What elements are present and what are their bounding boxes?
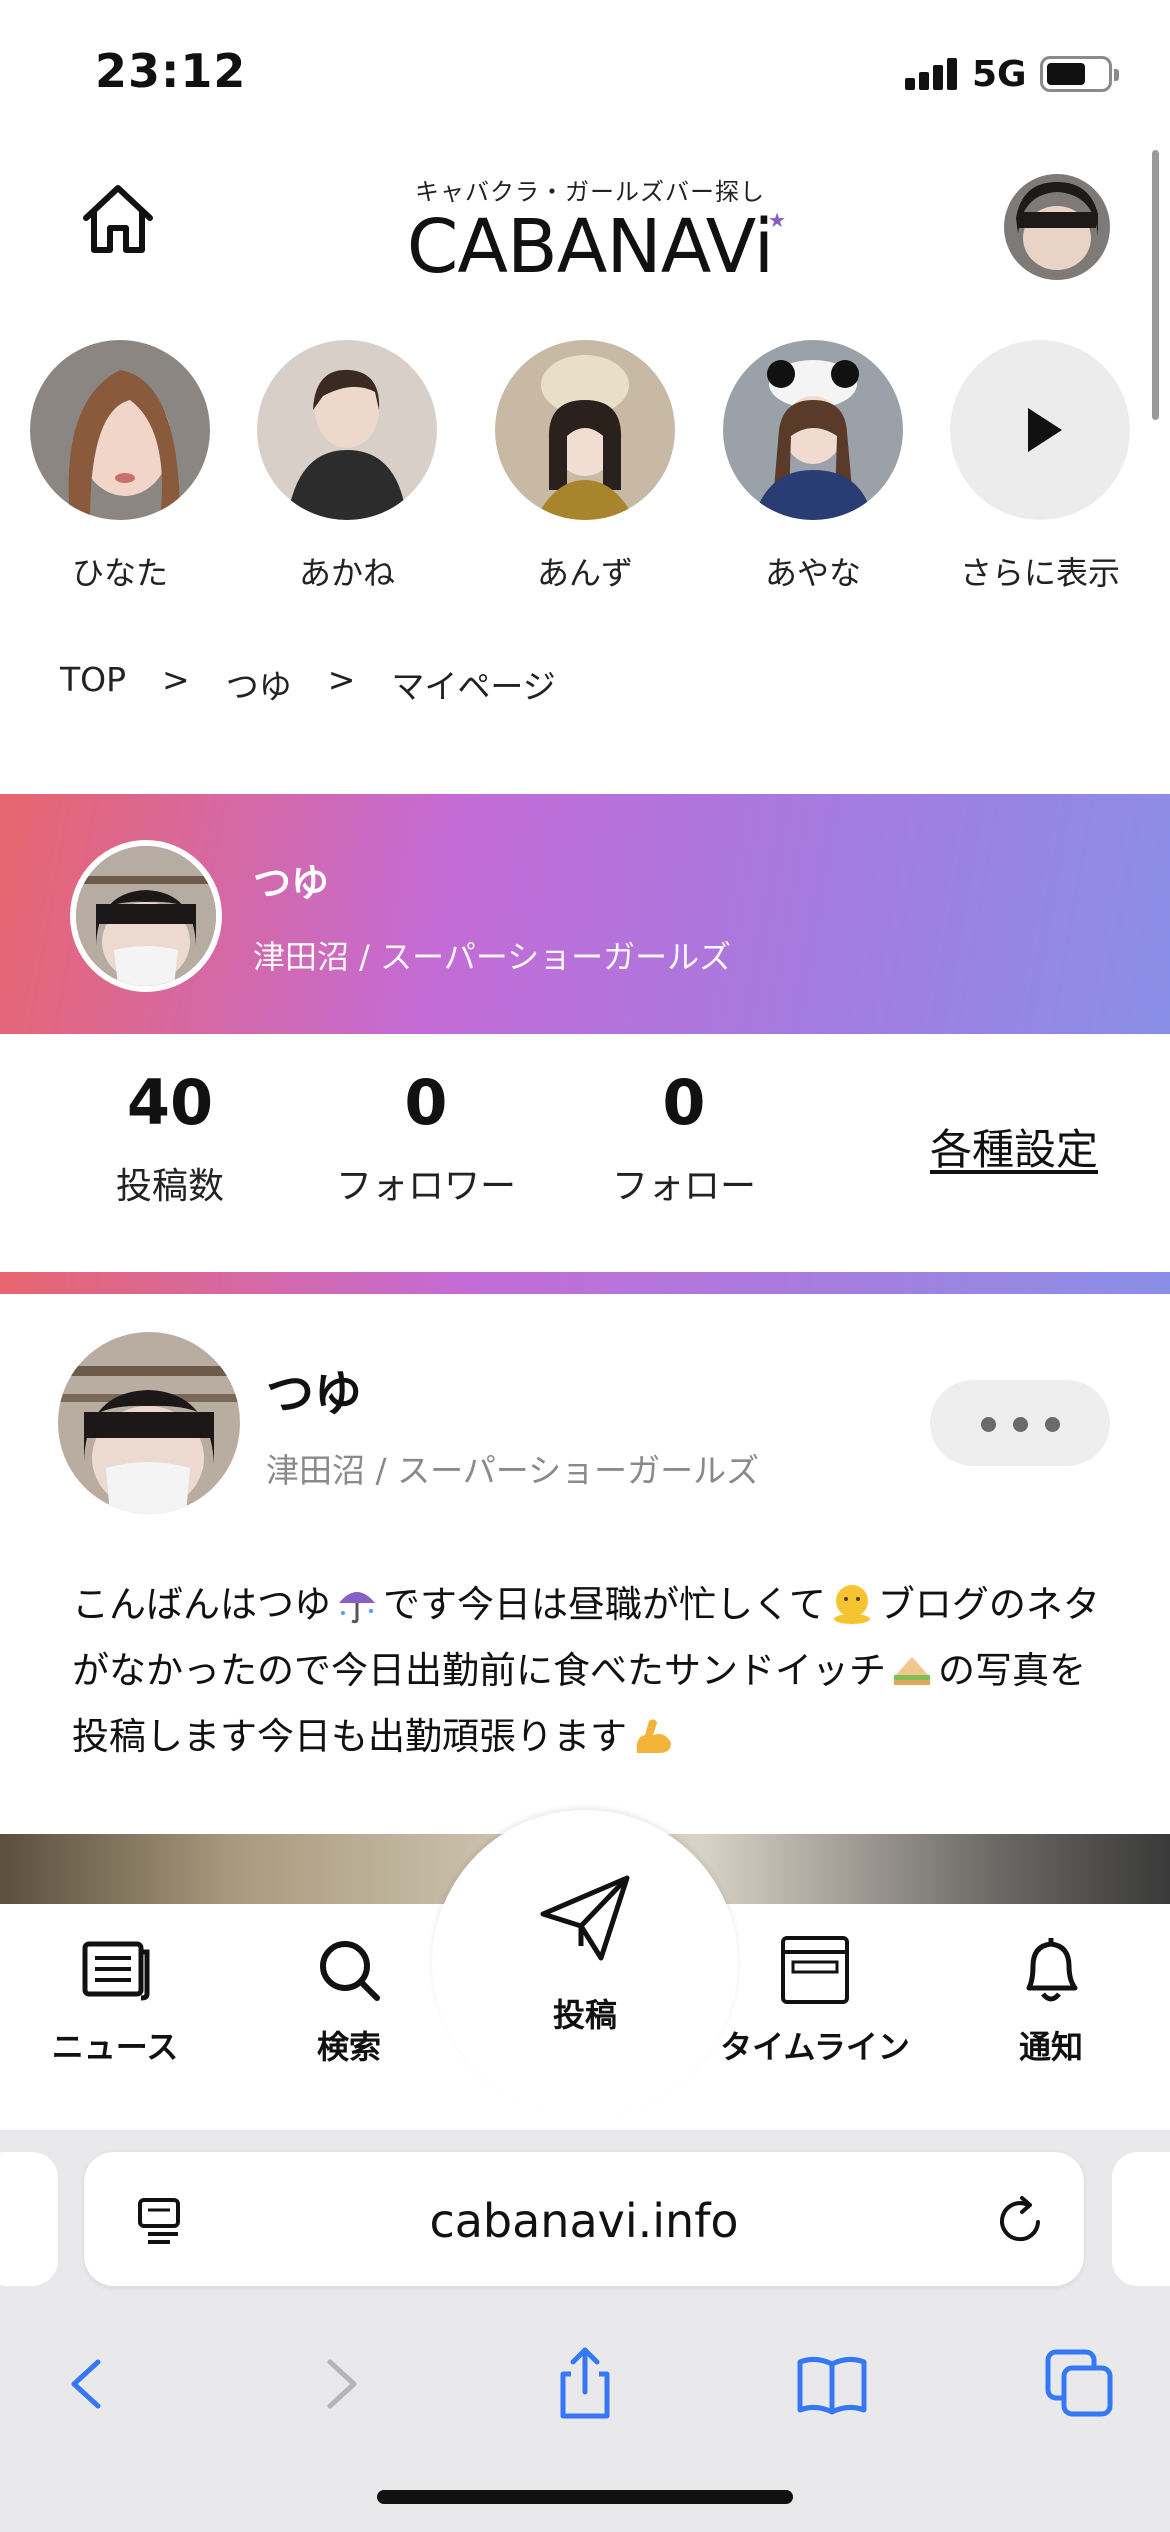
play-icon — [950, 340, 1130, 520]
post-text-part: です今日は昼職が忙しくて — [383, 1583, 826, 1626]
profile-avatar — [70, 840, 222, 992]
sandwich-icon — [894, 1657, 930, 1685]
home-indicator — [377, 2490, 793, 2504]
stat-followers[interactable]: 0 フォロワー — [296, 1066, 556, 1209]
stat-label: フォロワー — [335, 1166, 516, 1207]
back-icon[interactable] — [48, 2344, 128, 2424]
status-time: 23:12 — [95, 44, 247, 98]
settings-link[interactable]: 各種設定 — [930, 1116, 1098, 1177]
nav-label: ニュース — [51, 2028, 179, 2066]
umbrella-rain-icon — [339, 1592, 375, 1624]
post-text: こんばんはつゆ です今日は昼職が忙しくて ブログのネタがなかったので今日出勤前に食べ… — [72, 1572, 1112, 1770]
post-card: つゆ 津田沼 / スーパーショーガールズ こんばんはつゆ です今日は昼職が忙しくて… — [0, 1294, 1170, 1834]
stories-more-label: さらに表示 — [959, 554, 1120, 592]
story-name: あかね — [298, 554, 395, 592]
forward-icon[interactable] — [300, 2344, 380, 2424]
post-text-part: こんばんはつゆ — [72, 1583, 331, 1626]
story-avatar — [723, 340, 903, 520]
network-type: 5G — [972, 54, 1027, 95]
status-bar: 23:12 5G — [0, 0, 1170, 140]
post-author-shop: 津田沼 / スーパーショーガールズ — [266, 1451, 760, 1490]
melting-face-icon — [833, 1585, 870, 1624]
stat-posts[interactable]: 40 投稿数 — [40, 1066, 300, 1209]
story-name: あやな — [764, 554, 861, 592]
url-text: cabanavi.info — [429, 2194, 739, 2248]
bell-icon — [1026, 1938, 1078, 2002]
story-item[interactable]: あかね — [252, 340, 442, 594]
breadcrumb: TOP > つゆ > マイページ — [60, 660, 556, 708]
search-icon — [320, 1941, 380, 2001]
nav-label: 通知 — [1018, 2028, 1083, 2066]
cast-stories-row: ひなた あかね あんず あやな さらに表示 — [0, 340, 1170, 610]
nav-notifications[interactable]: 通知 — [936, 1932, 1166, 2068]
share-icon[interactable] — [545, 2344, 625, 2424]
home-icon[interactable] — [78, 180, 158, 260]
breadcrumb-top-link[interactable]: TOP — [60, 660, 126, 708]
stat-following[interactable]: 0 フォロー — [554, 1066, 814, 1209]
nav-search[interactable]: 検索 — [234, 1932, 464, 2068]
tabs-icon[interactable] — [1040, 2344, 1120, 2424]
profile-stats: 40 投稿数 0 フォロワー 0 フォロー 各種設定 — [0, 1034, 1170, 1270]
stat-value: 0 — [662, 1066, 706, 1139]
nav-news[interactable]: ニュース — [0, 1932, 230, 2068]
previous-tab[interactable] — [0, 2152, 58, 2286]
news-icon — [82, 1941, 150, 2001]
browser-chrome: cabanavi.info — [0, 2130, 1170, 2532]
story-avatar — [257, 340, 437, 520]
post-author-avatar[interactable] — [58, 1332, 240, 1514]
next-tab[interactable] — [1112, 2152, 1170, 2286]
paper-plane-icon — [540, 1875, 630, 1961]
story-avatar — [30, 340, 210, 520]
story-item[interactable]: あんず — [490, 340, 680, 594]
flexed-biceps-icon — [636, 1719, 671, 1753]
logo-tagline: キャバクラ・ガールズバー探し — [415, 178, 765, 206]
address-bar[interactable]: cabanavi.info — [84, 2152, 1084, 2286]
story-item[interactable]: ひなた — [25, 340, 215, 594]
stat-label: フォロー — [611, 1166, 756, 1207]
nav-label: 検索 — [316, 2028, 381, 2066]
story-name: ひなた — [71, 554, 168, 592]
signal-strength-icon — [905, 58, 961, 90]
breadcrumb-current: マイページ — [391, 667, 556, 706]
story-item[interactable]: あやな — [718, 340, 908, 594]
stat-value: 40 — [126, 1066, 214, 1139]
stat-label: 投稿数 — [115, 1166, 224, 1207]
logo-wordmark: CABANAVi — [406, 204, 774, 290]
account-avatar[interactable] — [1004, 174, 1110, 280]
bookmarks-icon[interactable] — [792, 2344, 872, 2424]
logo-star-icon: ★ — [768, 208, 786, 232]
nav-post-button[interactable]: 投稿 — [432, 1810, 738, 2116]
profile-name: つゆ — [253, 861, 330, 905]
post-author-name[interactable]: つゆ — [266, 1354, 362, 1424]
reload-icon[interactable] — [992, 2192, 1048, 2248]
story-avatar — [495, 340, 675, 520]
section-divider — [0, 1272, 1170, 1294]
battery-icon — [1040, 56, 1119, 92]
profile-banner: つゆ 津田沼 / スーパーショーガールズ — [0, 794, 1170, 1034]
stories-more-button[interactable]: さらに表示 — [945, 340, 1135, 594]
nav-label: 投稿 — [552, 1996, 617, 2034]
timeline-icon — [781, 1936, 849, 2004]
site-header: キャバクラ・ガールズバー探し CABANAVi ★ — [0, 140, 1170, 330]
breadcrumb-user-link[interactable]: つゆ — [226, 660, 292, 708]
post-options-button[interactable] — [930, 1380, 1110, 1466]
stat-value: 0 — [404, 1066, 448, 1139]
breadcrumb-separator: > — [327, 660, 356, 699]
story-name: あんず — [536, 554, 633, 592]
profile-location-shop: 津田沼 / スーパーショーガールズ — [253, 938, 732, 976]
breadcrumb-separator: > — [162, 660, 190, 699]
browser-toolbar — [0, 2320, 1170, 2440]
site-logo[interactable]: キャバクラ・ガールズバー探し CABANAVi ★ — [380, 172, 800, 287]
